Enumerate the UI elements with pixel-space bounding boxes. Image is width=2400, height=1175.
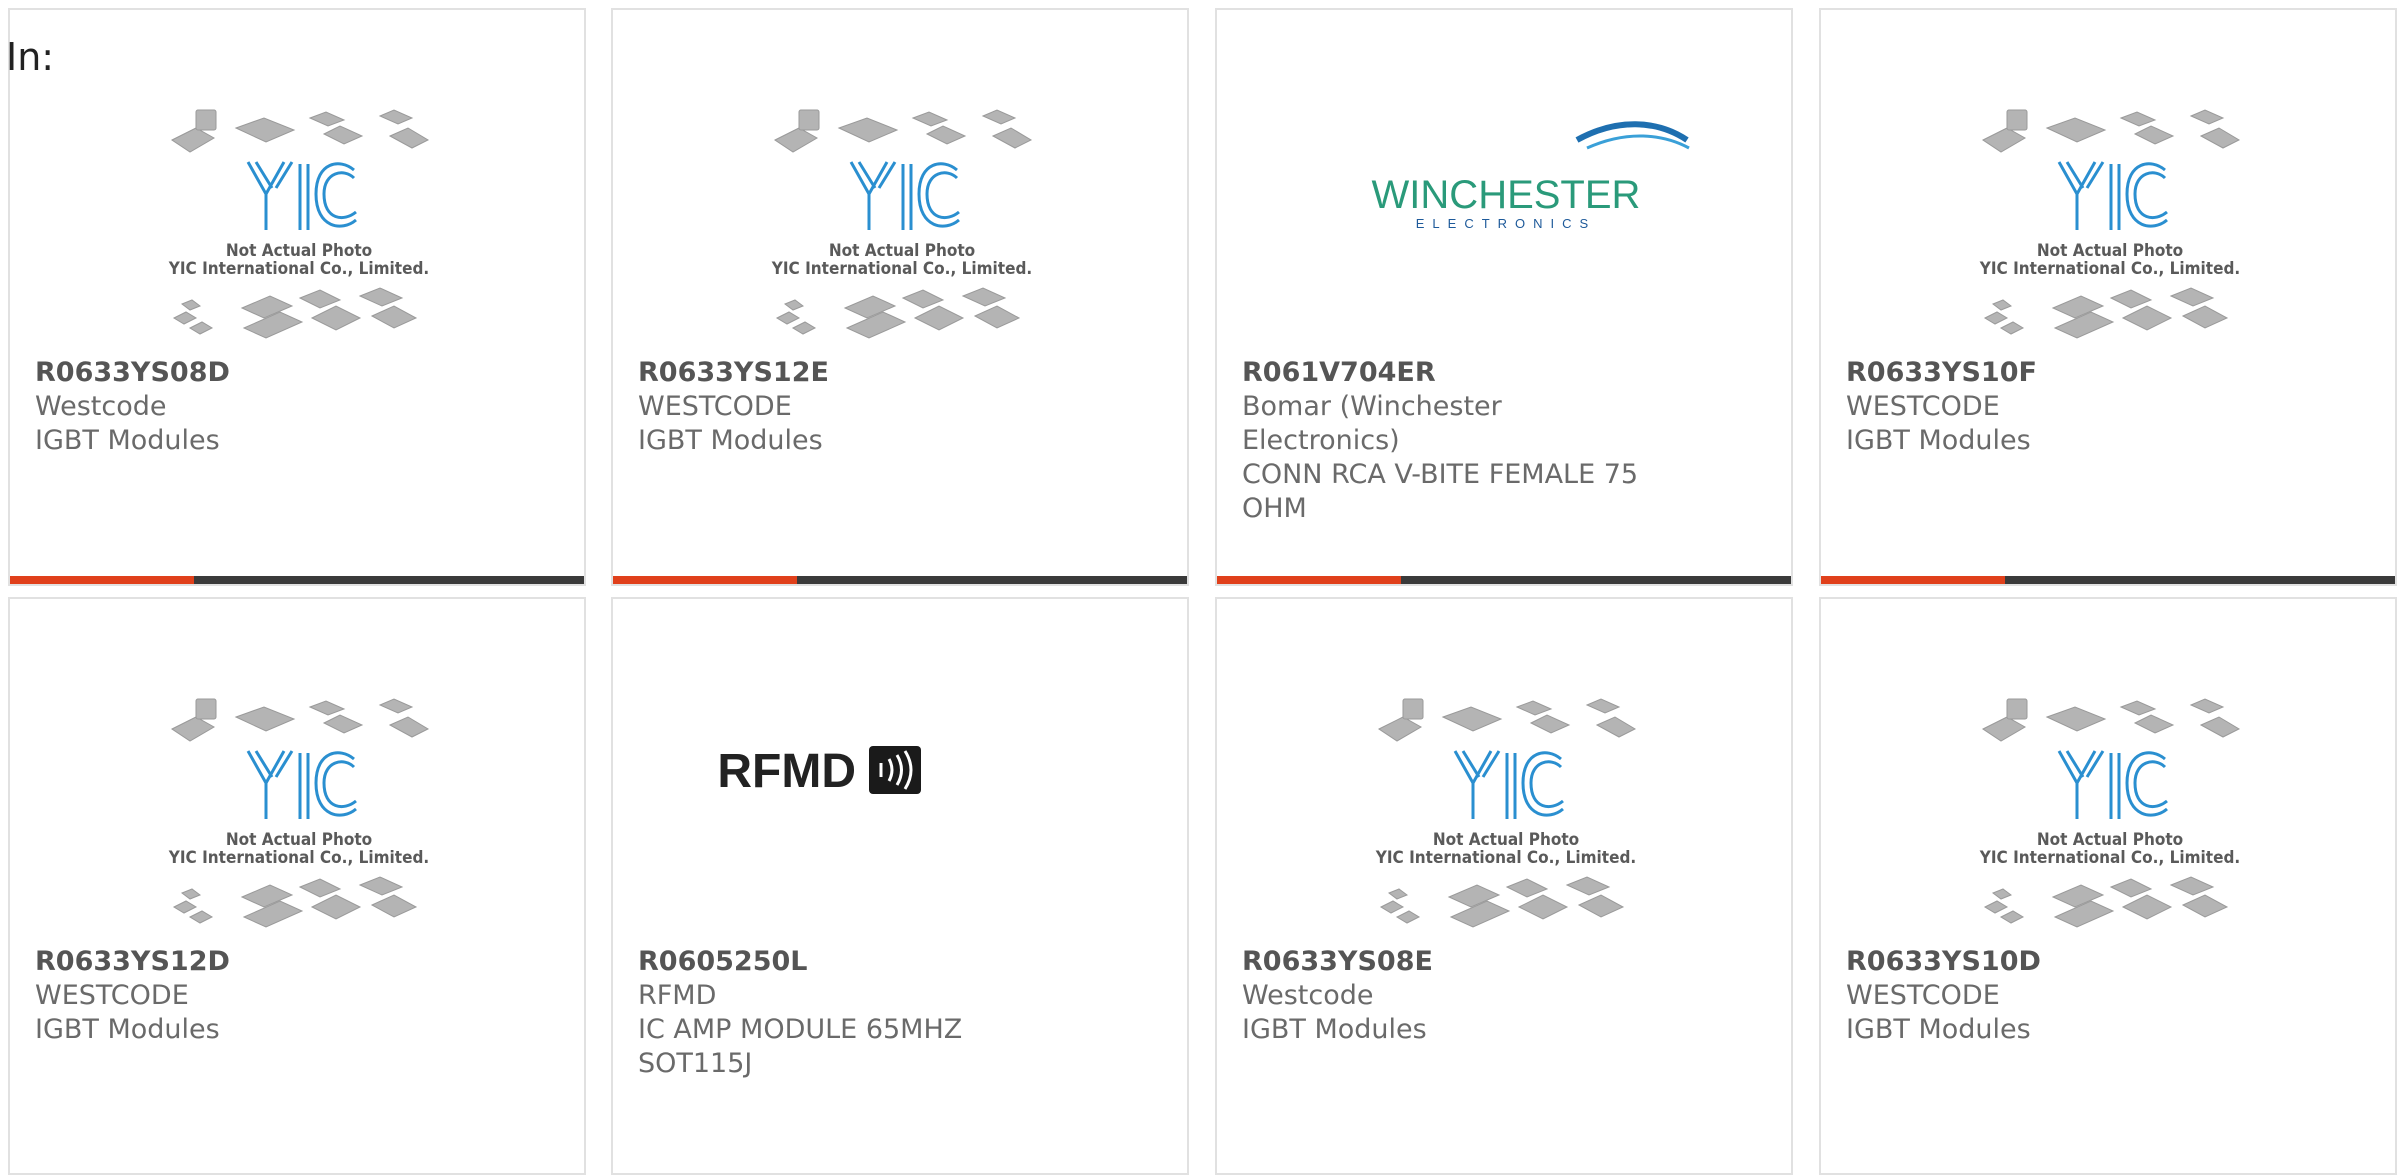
progress-fill	[1217, 576, 1401, 584]
yic-placeholder-image: Not Actual Photo YIC International Co., …	[168, 109, 429, 339]
product-info: R0633YS12D WESTCODE IGBT Modules	[35, 945, 455, 1047]
placeholder-caption-2: YIC International Co., Limited.	[168, 848, 429, 868]
product-card[interactable]: Not Actual Photo YIC International Co., …	[1819, 8, 2397, 586]
product-info: R0633YS12E WESTCODE IGBT Modules	[638, 356, 1058, 458]
product-card[interactable]: Not Actual Photo YIC International Co., …	[8, 8, 586, 586]
progress-bar	[10, 576, 584, 584]
winchester-logo-text: WINCHESTER	[1372, 173, 1641, 217]
manufacturer: RFMD	[638, 980, 717, 1011]
description: IC AMP MODULE 65MHZ SOT115J	[638, 1014, 963, 1079]
placeholder-caption-2: YIC International Co., Limited.	[1979, 259, 2240, 279]
description: IGBT Modules	[1242, 1014, 1427, 1045]
in-label: In:	[6, 35, 55, 79]
product-info: R061V704ER Bomar (Winchester Electronics…	[1242, 356, 1662, 526]
product-image[interactable]: Not Actual Photo YIC International Co., …	[1217, 671, 1791, 943]
yic-placeholder-image: Not Actual Photo YIC International Co., …	[1979, 698, 2240, 928]
product-card[interactable]: Not Actual Photo YIC International Co., …	[1819, 597, 2397, 1175]
rfmd-logo-text: RFMD	[717, 745, 856, 798]
part-number[interactable]: R0633YS10D	[1846, 945, 2266, 979]
placeholder-caption-2: YIC International Co., Limited.	[771, 259, 1032, 279]
yic-placeholder-image: Not Actual Photo YIC International Co., …	[1979, 109, 2240, 339]
product-card[interactable]: Not Actual Photo YIC International Co., …	[1215, 597, 1793, 1175]
yic-placeholder-image: Not Actual Photo YIC International Co., …	[168, 698, 429, 928]
description: IGBT Modules	[1846, 1014, 2031, 1045]
manufacturer: Westcode	[35, 391, 167, 422]
part-number[interactable]: R0605250L	[638, 945, 1058, 979]
manufacturer: WESTCODE	[1846, 980, 2000, 1011]
product-image[interactable]: Not Actual Photo YIC International Co., …	[10, 82, 584, 354]
product-card[interactable]: RFMD R0605250L RFMD IC AMP MODULE 65MHZ …	[611, 597, 1189, 1175]
part-number[interactable]: R0633YS12D	[35, 945, 455, 979]
winchester-logo: WINCHESTER ELECTRONICS	[1372, 121, 1690, 231]
description: IGBT Modules	[35, 1014, 220, 1045]
placeholder-caption-1: Not Actual Photo	[2037, 830, 2183, 850]
part-number[interactable]: R0633YS08D	[35, 356, 455, 390]
progress-bar	[1821, 576, 2395, 584]
product-info: R0633YS08E Westcode IGBT Modules	[1242, 945, 1662, 1047]
rfmd-logo: RFMD	[717, 745, 921, 798]
progress-bar	[1217, 576, 1791, 584]
product-card[interactable]: Not Actual Photo YIC International Co., …	[611, 8, 1189, 586]
placeholder-caption-1: Not Actual Photo	[2037, 241, 2183, 261]
winchester-logo-subtext: ELECTRONICS	[1416, 216, 1596, 231]
part-number[interactable]: R061V704ER	[1242, 356, 1662, 390]
part-number[interactable]: R0633YS10F	[1846, 356, 2266, 390]
yic-placeholder-image: Not Actual Photo YIC International Co., …	[1375, 698, 1636, 928]
manufacturer: WESTCODE	[638, 391, 792, 422]
product-image[interactable]: Not Actual Photo YIC International Co., …	[10, 671, 584, 943]
progress-fill	[1821, 576, 2005, 584]
product-image[interactable]: Not Actual Photo YIC International Co., …	[1821, 671, 2395, 943]
placeholder-caption-1: Not Actual Photo	[226, 830, 372, 850]
manufacturer: WESTCODE	[35, 980, 189, 1011]
product-info: R0633YS10D WESTCODE IGBT Modules	[1846, 945, 2266, 1047]
placeholder-caption-2: YIC International Co., Limited.	[1979, 848, 2240, 868]
placeholder-caption-2: YIC International Co., Limited.	[1375, 848, 1636, 868]
manufacturer: Bomar (Winchester Electronics)	[1242, 391, 1502, 456]
description: CONN RCA V-BITE FEMALE 75 OHM	[1242, 459, 1639, 524]
product-image[interactable]: RFMD	[613, 671, 1187, 943]
manufacturer: WESTCODE	[1846, 391, 2000, 422]
placeholder-caption-2: YIC International Co., Limited.	[168, 259, 429, 279]
placeholder-caption-1: Not Actual Photo	[829, 241, 975, 261]
product-card[interactable]: Not Actual Photo YIC International Co., …	[8, 597, 586, 1175]
product-info: R0605250L RFMD IC AMP MODULE 65MHZ SOT11…	[638, 945, 1058, 1081]
product-info: R0633YS10F WESTCODE IGBT Modules	[1846, 356, 2266, 458]
description: IGBT Modules	[35, 425, 220, 456]
yic-placeholder-image: Not Actual Photo YIC International Co., …	[771, 109, 1032, 339]
manufacturer: Westcode	[1242, 980, 1374, 1011]
description: IGBT Modules	[638, 425, 823, 456]
part-number[interactable]: R0633YS12E	[638, 356, 1058, 390]
placeholder-caption-1: Not Actual Photo	[226, 241, 372, 261]
product-image[interactable]: Not Actual Photo YIC International Co., …	[613, 82, 1187, 354]
product-info: R0633YS08D Westcode IGBT Modules	[35, 356, 455, 458]
product-image[interactable]: WINCHESTER ELECTRONICS	[1217, 82, 1791, 354]
part-number[interactable]: R0633YS08E	[1242, 945, 1662, 979]
product-card[interactable]: WINCHESTER ELECTRONICS R061V704ER Bomar …	[1215, 8, 1793, 586]
placeholder-caption-1: Not Actual Photo	[1433, 830, 1579, 850]
description: IGBT Modules	[1846, 425, 2031, 456]
progress-bar	[613, 576, 1187, 584]
progress-fill	[10, 576, 194, 584]
product-image[interactable]: Not Actual Photo YIC International Co., …	[1821, 82, 2395, 354]
progress-fill	[613, 576, 797, 584]
